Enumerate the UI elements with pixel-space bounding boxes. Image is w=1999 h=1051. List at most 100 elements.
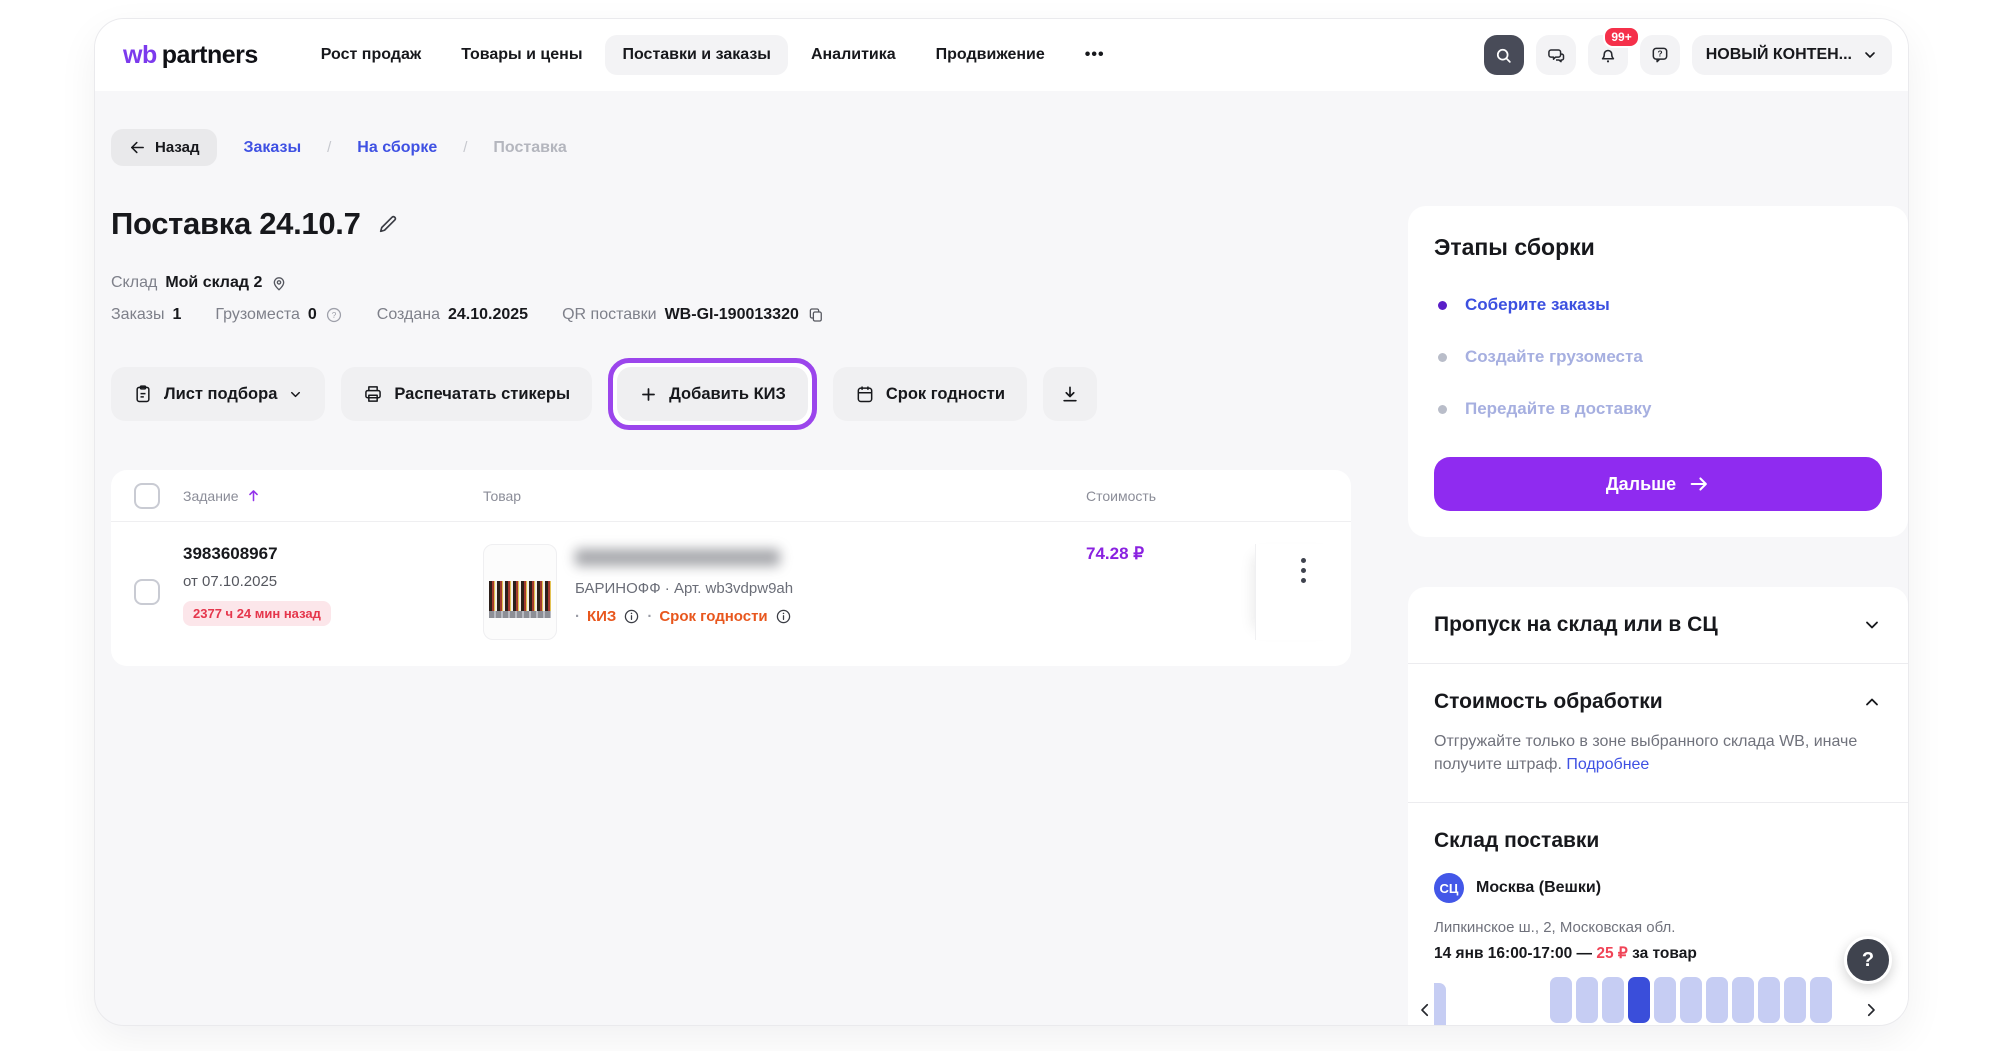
supply-info-card: Пропуск на склад или в СЦ Стоимость обра… bbox=[1408, 587, 1908, 1026]
supply-meta: Заказы 1 Грузоместа 0 ? Создана 24.10.20… bbox=[111, 306, 1351, 324]
search-button[interactable] bbox=[1484, 35, 1524, 75]
expiry-info-icon[interactable] bbox=[775, 608, 792, 625]
separator-dot: · bbox=[665, 580, 670, 597]
sc-badge: СЦ bbox=[1434, 873, 1464, 903]
add-kiz-label: Добавить КИЗ bbox=[669, 385, 786, 404]
kiz-tag: КИЗ bbox=[587, 608, 616, 625]
next-button-label: Дальше bbox=[1606, 474, 1676, 495]
step-collect-orders[interactable]: Соберите заказы bbox=[1434, 279, 1882, 331]
account-selector[interactable]: НОВЫЙ КОНТЕН... bbox=[1692, 35, 1892, 75]
time-slot[interactable] bbox=[1654, 977, 1676, 1023]
next-button[interactable]: Дальше bbox=[1434, 457, 1882, 511]
help-fab-button[interactable]: ? bbox=[1844, 936, 1892, 984]
logo-partners: partners bbox=[162, 41, 258, 70]
main-column: Назад Заказы / На сборке / Поставка Пост… bbox=[111, 91, 1351, 1026]
time-slot[interactable] bbox=[1732, 977, 1754, 1023]
breadcrumb-assembling[interactable]: На сборке bbox=[357, 139, 437, 157]
time-slot[interactable] bbox=[1784, 977, 1806, 1023]
warehouse-label: Склад bbox=[111, 274, 157, 292]
plus-icon bbox=[639, 385, 658, 404]
pass-section: Пропуск на склад или в СЦ bbox=[1408, 587, 1908, 663]
warehouse-address: Липкинское ш., 2, Московская обл. bbox=[1434, 919, 1882, 936]
product-brand: БАРИНОФФ bbox=[575, 580, 661, 597]
more-details-link[interactable]: Подробнее bbox=[1566, 756, 1649, 773]
breadcrumb-orders[interactable]: Заказы bbox=[243, 139, 301, 157]
time-slot[interactable] bbox=[1576, 977, 1598, 1023]
chat-icon bbox=[1546, 45, 1566, 65]
time-slot[interactable] bbox=[1810, 977, 1832, 1023]
logo-wb: wb bbox=[123, 41, 157, 70]
topnav-actions: 99+ ? НОВЫЙ КОНТЕН... bbox=[1484, 35, 1892, 75]
svg-text:?: ? bbox=[331, 311, 336, 320]
nav-item-supplies-orders[interactable]: Поставки и заказы bbox=[605, 35, 787, 75]
main-menu: Рост продаж Товары и цены Поставки и зак… bbox=[304, 35, 1122, 75]
expiry-date-button[interactable]: Срок годности bbox=[833, 367, 1027, 421]
slot-row-track bbox=[1550, 977, 1832, 1023]
wb-partners-logo[interactable]: wb partners bbox=[123, 41, 258, 70]
edit-title-icon[interactable] bbox=[377, 213, 399, 235]
time-slot[interactable] bbox=[1602, 977, 1624, 1023]
breadcrumb-separator: / bbox=[463, 139, 467, 156]
processing-cost-section: Стоимость обработки Отгружайте только в … bbox=[1408, 663, 1908, 802]
row-price: 74.28 ₽ bbox=[1086, 539, 1144, 563]
table-row[interactable]: 3983608967 от 07.10.2025 2377 ч 24 мин н… bbox=[111, 522, 1351, 666]
column-task: Задание bbox=[183, 488, 239, 504]
nav-item-analytics[interactable]: Аналитика bbox=[794, 35, 913, 75]
nav-item-promotion[interactable]: Продвижение bbox=[919, 35, 1062, 75]
copy-icon[interactable] bbox=[807, 306, 825, 324]
column-price: Стоимость bbox=[1086, 488, 1156, 504]
select-all-checkbox[interactable] bbox=[134, 483, 160, 509]
top-navigation: wb partners Рост продаж Товары и цены По… bbox=[95, 19, 1908, 91]
qr-value: WB-GI-190013320 bbox=[665, 306, 799, 324]
step-create-cargo: Создайте грузоместа bbox=[1434, 331, 1882, 383]
task-id: 3983608967 bbox=[183, 544, 483, 564]
time-slot[interactable] bbox=[1628, 977, 1650, 1023]
arrow-right-icon bbox=[1688, 473, 1710, 495]
warehouse-meta: Склад Мой склад 2 bbox=[111, 274, 1351, 292]
task-date: от 07.10.2025 bbox=[183, 573, 483, 590]
breadcrumb: Назад Заказы / На сборке / Поставка bbox=[111, 129, 1351, 166]
column-product: Товар bbox=[483, 488, 521, 504]
warehouse-row[interactable]: СЦ Москва (Вешки) bbox=[1434, 873, 1882, 903]
row-checkbox[interactable] bbox=[134, 579, 160, 605]
breadcrumb-separator: / bbox=[327, 139, 331, 156]
location-pin-icon[interactable] bbox=[270, 274, 288, 292]
print-stickers-button[interactable]: Распечатать стикеры bbox=[341, 367, 592, 421]
product-name-blurred bbox=[575, 549, 780, 566]
slots-next-icon[interactable] bbox=[1862, 1001, 1880, 1019]
svg-text:?: ? bbox=[1657, 49, 1662, 59]
row-menu-kebab-icon[interactable] bbox=[1295, 552, 1312, 640]
nav-item-sales-growth[interactable]: Рост продаж bbox=[304, 35, 438, 75]
download-button[interactable] bbox=[1043, 367, 1097, 421]
processing-cost-text: Отгружайте только в зоне выбранного скла… bbox=[1434, 730, 1882, 776]
nav-item-goods-prices[interactable]: Товары и цены bbox=[444, 35, 599, 75]
question-circle-icon[interactable]: ? bbox=[325, 306, 343, 324]
time-slot[interactable] bbox=[1706, 977, 1728, 1023]
time-slot[interactable] bbox=[1680, 977, 1702, 1023]
kiz-info-icon[interactable] bbox=[623, 608, 640, 625]
slot-summary: 14 янв 16:00-17:00 — 25 ₽ за товар bbox=[1434, 944, 1882, 963]
add-kiz-highlight-ring: Добавить КИЗ bbox=[608, 358, 817, 430]
slots-prev-icon[interactable] bbox=[1416, 1001, 1434, 1019]
time-slot[interactable] bbox=[1758, 977, 1780, 1023]
step-label: Соберите заказы bbox=[1465, 295, 1610, 315]
back-button[interactable]: Назад bbox=[111, 129, 217, 166]
processing-cost-header[interactable]: Стоимость обработки bbox=[1434, 690, 1882, 714]
product-thumbnail[interactable] bbox=[483, 544, 557, 640]
picking-list-button[interactable]: Лист подбора bbox=[111, 367, 325, 421]
cargo-value: 0 bbox=[308, 306, 317, 324]
product-brand-line: БАРИНОФФ · Арт. wb3vdpw9ah bbox=[575, 580, 793, 597]
product-tags: · КИЗ · Срок годности bbox=[575, 608, 793, 625]
chat-button[interactable] bbox=[1536, 35, 1576, 75]
nav-item-more[interactable]: ••• bbox=[1068, 35, 1122, 75]
time-slot[interactable] bbox=[1550, 977, 1572, 1023]
add-kiz-button[interactable]: Добавить КИЗ bbox=[617, 367, 808, 421]
chevron-up-icon bbox=[1862, 692, 1882, 712]
notifications-button[interactable]: 99+ bbox=[1588, 35, 1628, 75]
orders-table: Задание Товар Стоимость 3983608967 от 07… bbox=[111, 470, 1351, 666]
help-button[interactable]: ? bbox=[1640, 35, 1680, 75]
pass-section-header[interactable]: Пропуск на склад или в СЦ bbox=[1434, 613, 1882, 637]
created-label: Создана bbox=[377, 306, 440, 324]
sort-ascending-icon[interactable] bbox=[245, 487, 262, 504]
calendar-icon bbox=[855, 384, 875, 404]
